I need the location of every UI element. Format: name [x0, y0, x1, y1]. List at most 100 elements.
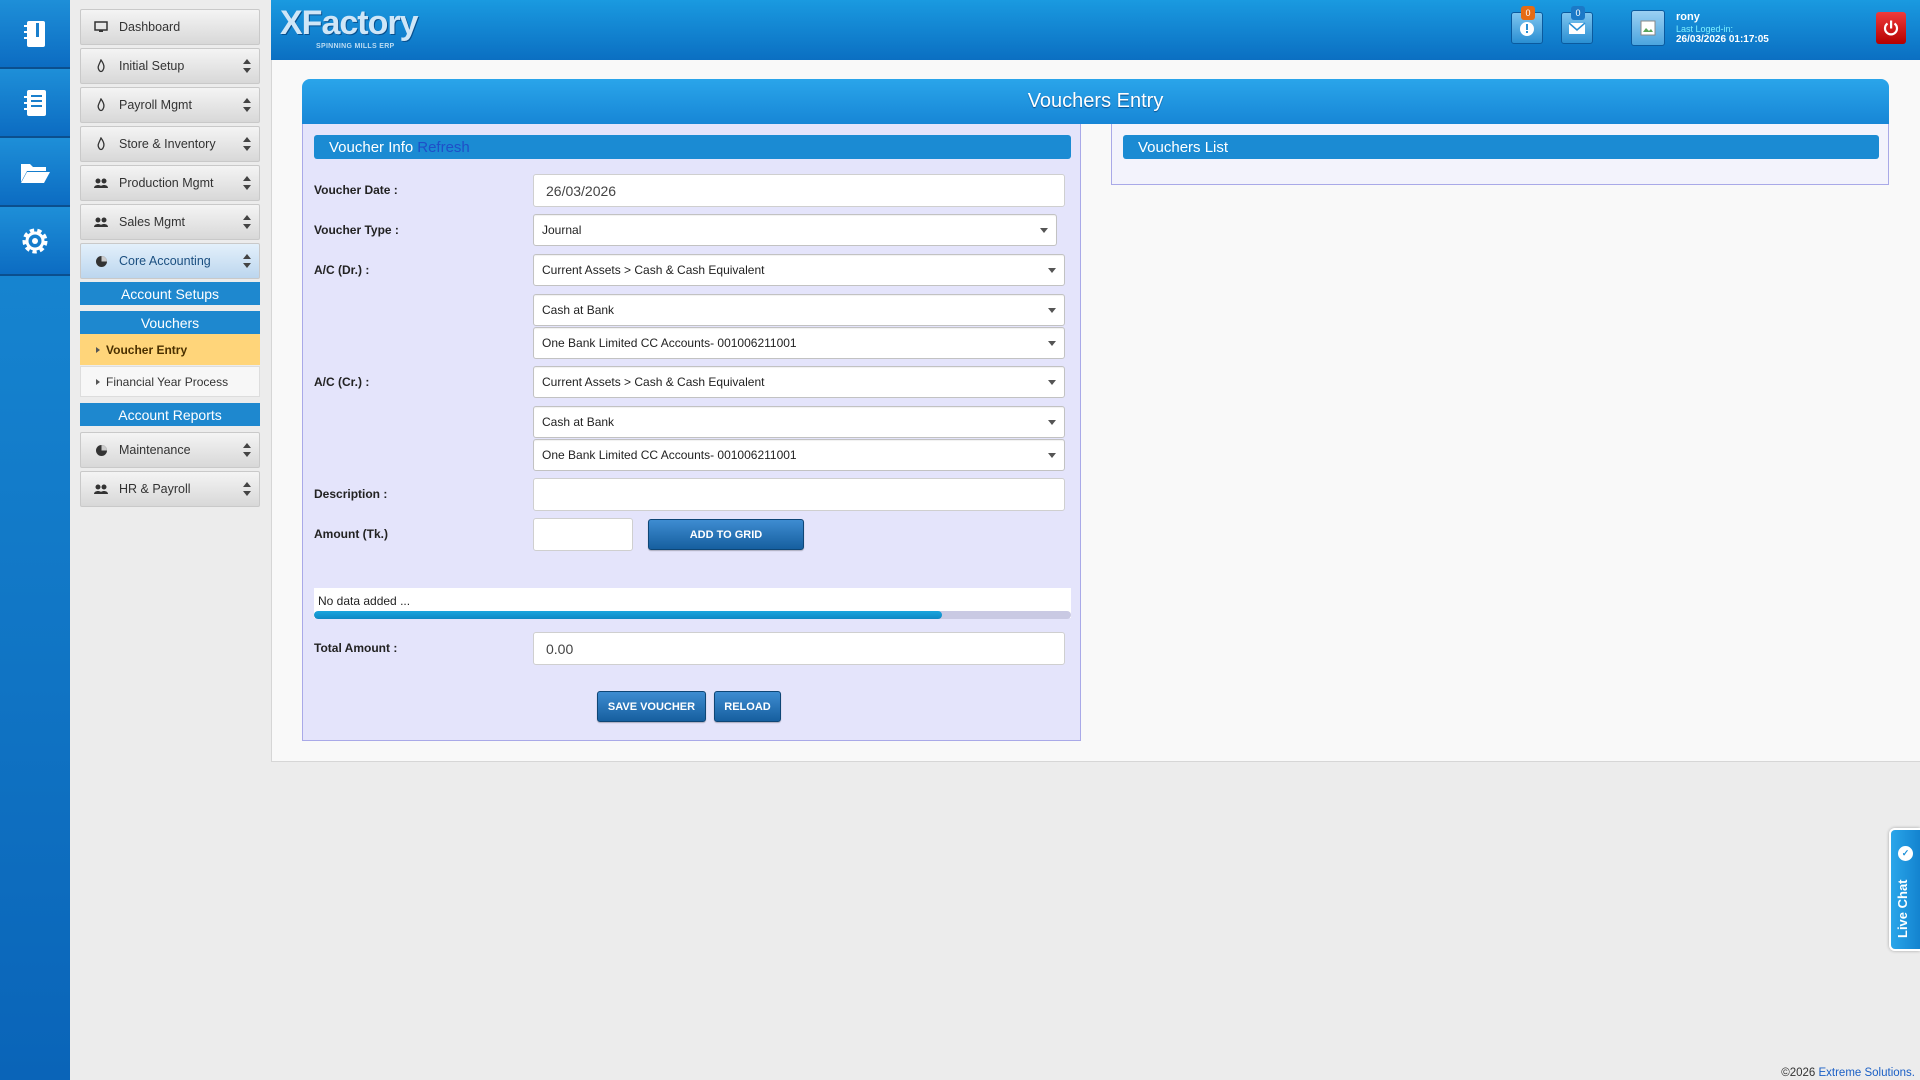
sidebar: Dashboard Initial Setup Payroll Mgmt Sto…: [80, 9, 260, 510]
live-chat-label: Live Chat: [1895, 879, 1910, 938]
vouchers-list-header: Vouchers List: [1123, 135, 1879, 159]
cr-group-select[interactable]: Current Assets > Cash & Cash Equivalent: [533, 366, 1065, 398]
sidebar-item-store-inventory[interactable]: Store & Inventory: [80, 126, 260, 162]
alert-icon: [1520, 22, 1534, 36]
dr-account-select[interactable]: One Bank Limited CC Accounts- 0010062110…: [533, 327, 1065, 359]
sidebar-item-sales-mgmt[interactable]: Sales Mgmt: [80, 204, 260, 240]
total-amount-label: Total Amount :: [314, 641, 398, 655]
voucher-date-label: Voucher Date :: [314, 183, 398, 197]
user-avatar[interactable]: [1631, 10, 1665, 46]
folder-open-icon: [21, 163, 50, 183]
chevron-down-icon: [1048, 420, 1056, 425]
mail-icon: [1568, 22, 1586, 34]
sort-arrows-icon: [243, 482, 251, 496]
rail-item-settings[interactable]: [0, 207, 70, 276]
dr-group-value: Current Assets > Cash & Cash Equivalent: [542, 263, 765, 277]
dr-subgroup-select[interactable]: Cash at Bank: [533, 294, 1065, 326]
live-chat-button[interactable]: ✓ Live Chat: [1889, 828, 1920, 951]
icon-rail: [0, 0, 70, 1080]
sidebar-item-production-mgmt[interactable]: Production Mgmt: [80, 165, 260, 201]
sidebar-item-label: Payroll Mgmt: [119, 98, 192, 112]
cr-account-select[interactable]: One Bank Limited CC Accounts- 0010062110…: [533, 439, 1065, 471]
sidebar-item-label: Sales Mgmt: [119, 215, 185, 229]
chevron-down-icon: [1048, 453, 1056, 458]
rail-item-documents[interactable]: [0, 69, 70, 138]
notebook-icon: [24, 20, 45, 47]
chevron-down-icon: [1048, 380, 1056, 385]
page-title: Vouchers Entry: [302, 79, 1889, 124]
sidebar-item-label: Dashboard: [119, 20, 181, 34]
sort-arrows-icon: [243, 137, 251, 151]
ac-dr-label: A/C (Dr.) :: [314, 263, 370, 277]
footer-company-link[interactable]: Extreme Solutions.: [1818, 1067, 1915, 1079]
sidebar-item-payroll-mgmt[interactable]: Payroll Mgmt: [80, 87, 260, 123]
sort-arrows-icon: [243, 98, 251, 112]
sidebar-item-core-accounting[interactable]: Core Accounting: [80, 243, 260, 279]
messages-button[interactable]: 0: [1561, 6, 1593, 44]
rail-item-folder[interactable]: [0, 138, 70, 207]
voucher-type-value: Journal: [542, 223, 582, 237]
power-icon: [1883, 20, 1899, 36]
refresh-link[interactable]: Refresh: [417, 139, 470, 156]
section-vouchers[interactable]: Vouchers: [80, 311, 260, 334]
chevron-down-icon: [1048, 341, 1056, 346]
section-account-setups[interactable]: Account Setups: [80, 282, 260, 305]
logout-button[interactable]: [1876, 12, 1906, 44]
sidebar-item-maintenance[interactable]: Maintenance: [80, 432, 260, 468]
grid-empty-message: No data added ...: [318, 594, 411, 608]
sidebar-item-label: Core Accounting: [119, 254, 211, 268]
app-logo[interactable]: XFactory: [280, 6, 418, 40]
flame-icon: [93, 98, 109, 112]
reload-button[interactable]: RELOAD: [714, 691, 781, 722]
sort-arrows-icon: [243, 215, 251, 229]
cr-subgroup-select[interactable]: Cash at Bank: [533, 406, 1065, 438]
total-amount-field[interactable]: 0.00: [533, 632, 1065, 665]
flame-icon: [93, 59, 109, 73]
rail-item-notebook[interactable]: [0, 0, 70, 69]
sidebar-item-initial-setup[interactable]: Initial Setup: [80, 48, 260, 84]
voucher-info-title: Voucher Info: [329, 138, 414, 156]
top-header: XFactory SPINNING MILLS ERP 0 0 rony Las…: [271, 0, 1920, 60]
dr-account-value: One Bank Limited CC Accounts- 0010062110…: [542, 336, 797, 350]
sidebar-item-label: Financial Year Process: [106, 374, 229, 389]
cr-subgroup-value: Cash at Bank: [542, 415, 615, 429]
add-to-grid-button[interactable]: ADD TO GRID: [648, 519, 804, 550]
voucher-type-select[interactable]: Journal: [533, 214, 1057, 246]
gear-icon: [22, 228, 48, 253]
sidebar-item-dashboard[interactable]: Dashboard: [80, 9, 260, 45]
grid-progress-fill: [314, 611, 943, 619]
voucher-type-label: Voucher Type :: [314, 223, 399, 237]
save-voucher-button[interactable]: SAVE VOUCHER: [597, 691, 706, 722]
pie-icon: [93, 254, 109, 268]
voucher-info-header: Voucher Info Refresh: [314, 135, 1071, 159]
users-icon: [93, 176, 109, 190]
amount-label: Amount (Tk.): [314, 527, 388, 541]
dr-subgroup-value: Cash at Bank: [542, 303, 615, 317]
grid-progress-bar: [314, 611, 1071, 619]
sidebar-item-financial-year-process[interactable]: Financial Year Process: [80, 366, 260, 397]
voucher-date-field[interactable]: 26/03/2026: [533, 174, 1065, 207]
sidebar-item-hr-payroll[interactable]: HR & Payroll: [80, 471, 260, 507]
sidebar-item-label: HR & Payroll: [119, 482, 191, 496]
notifications-button[interactable]: 0: [1511, 6, 1543, 44]
cr-group-value: Current Assets > Cash & Cash Equivalent: [542, 375, 765, 389]
user-name[interactable]: rony: [1676, 11, 1700, 23]
sort-arrows-icon: [243, 254, 251, 268]
flame-icon: [93, 137, 109, 151]
vouchers-list-title: Vouchers List: [1138, 138, 1229, 156]
sidebar-item-label: Initial Setup: [119, 59, 185, 73]
sidebar-item-voucher-entry[interactable]: Voucher Entry: [80, 334, 260, 365]
ac-cr-label: A/C (Cr.) :: [314, 375, 370, 389]
sidebar-item-label: Store & Inventory: [119, 137, 216, 151]
description-field[interactable]: [533, 478, 1065, 511]
sort-arrows-icon: [243, 59, 251, 73]
cr-account-value: One Bank Limited CC Accounts- 0010062110…: [542, 448, 797, 462]
dr-group-select[interactable]: Current Assets > Cash & Cash Equivalent: [533, 254, 1065, 286]
amount-field[interactable]: [533, 518, 633, 551]
sidebar-item-label: Voucher Entry: [106, 342, 188, 357]
section-account-reports[interactable]: Account Reports: [80, 403, 260, 426]
footer-copyright: ©2026: [1781, 1067, 1816, 1079]
description-label: Description :: [314, 487, 388, 501]
footer: ©2026 Extreme Solutions.: [1781, 1067, 1915, 1079]
sort-arrows-icon: [243, 443, 251, 457]
